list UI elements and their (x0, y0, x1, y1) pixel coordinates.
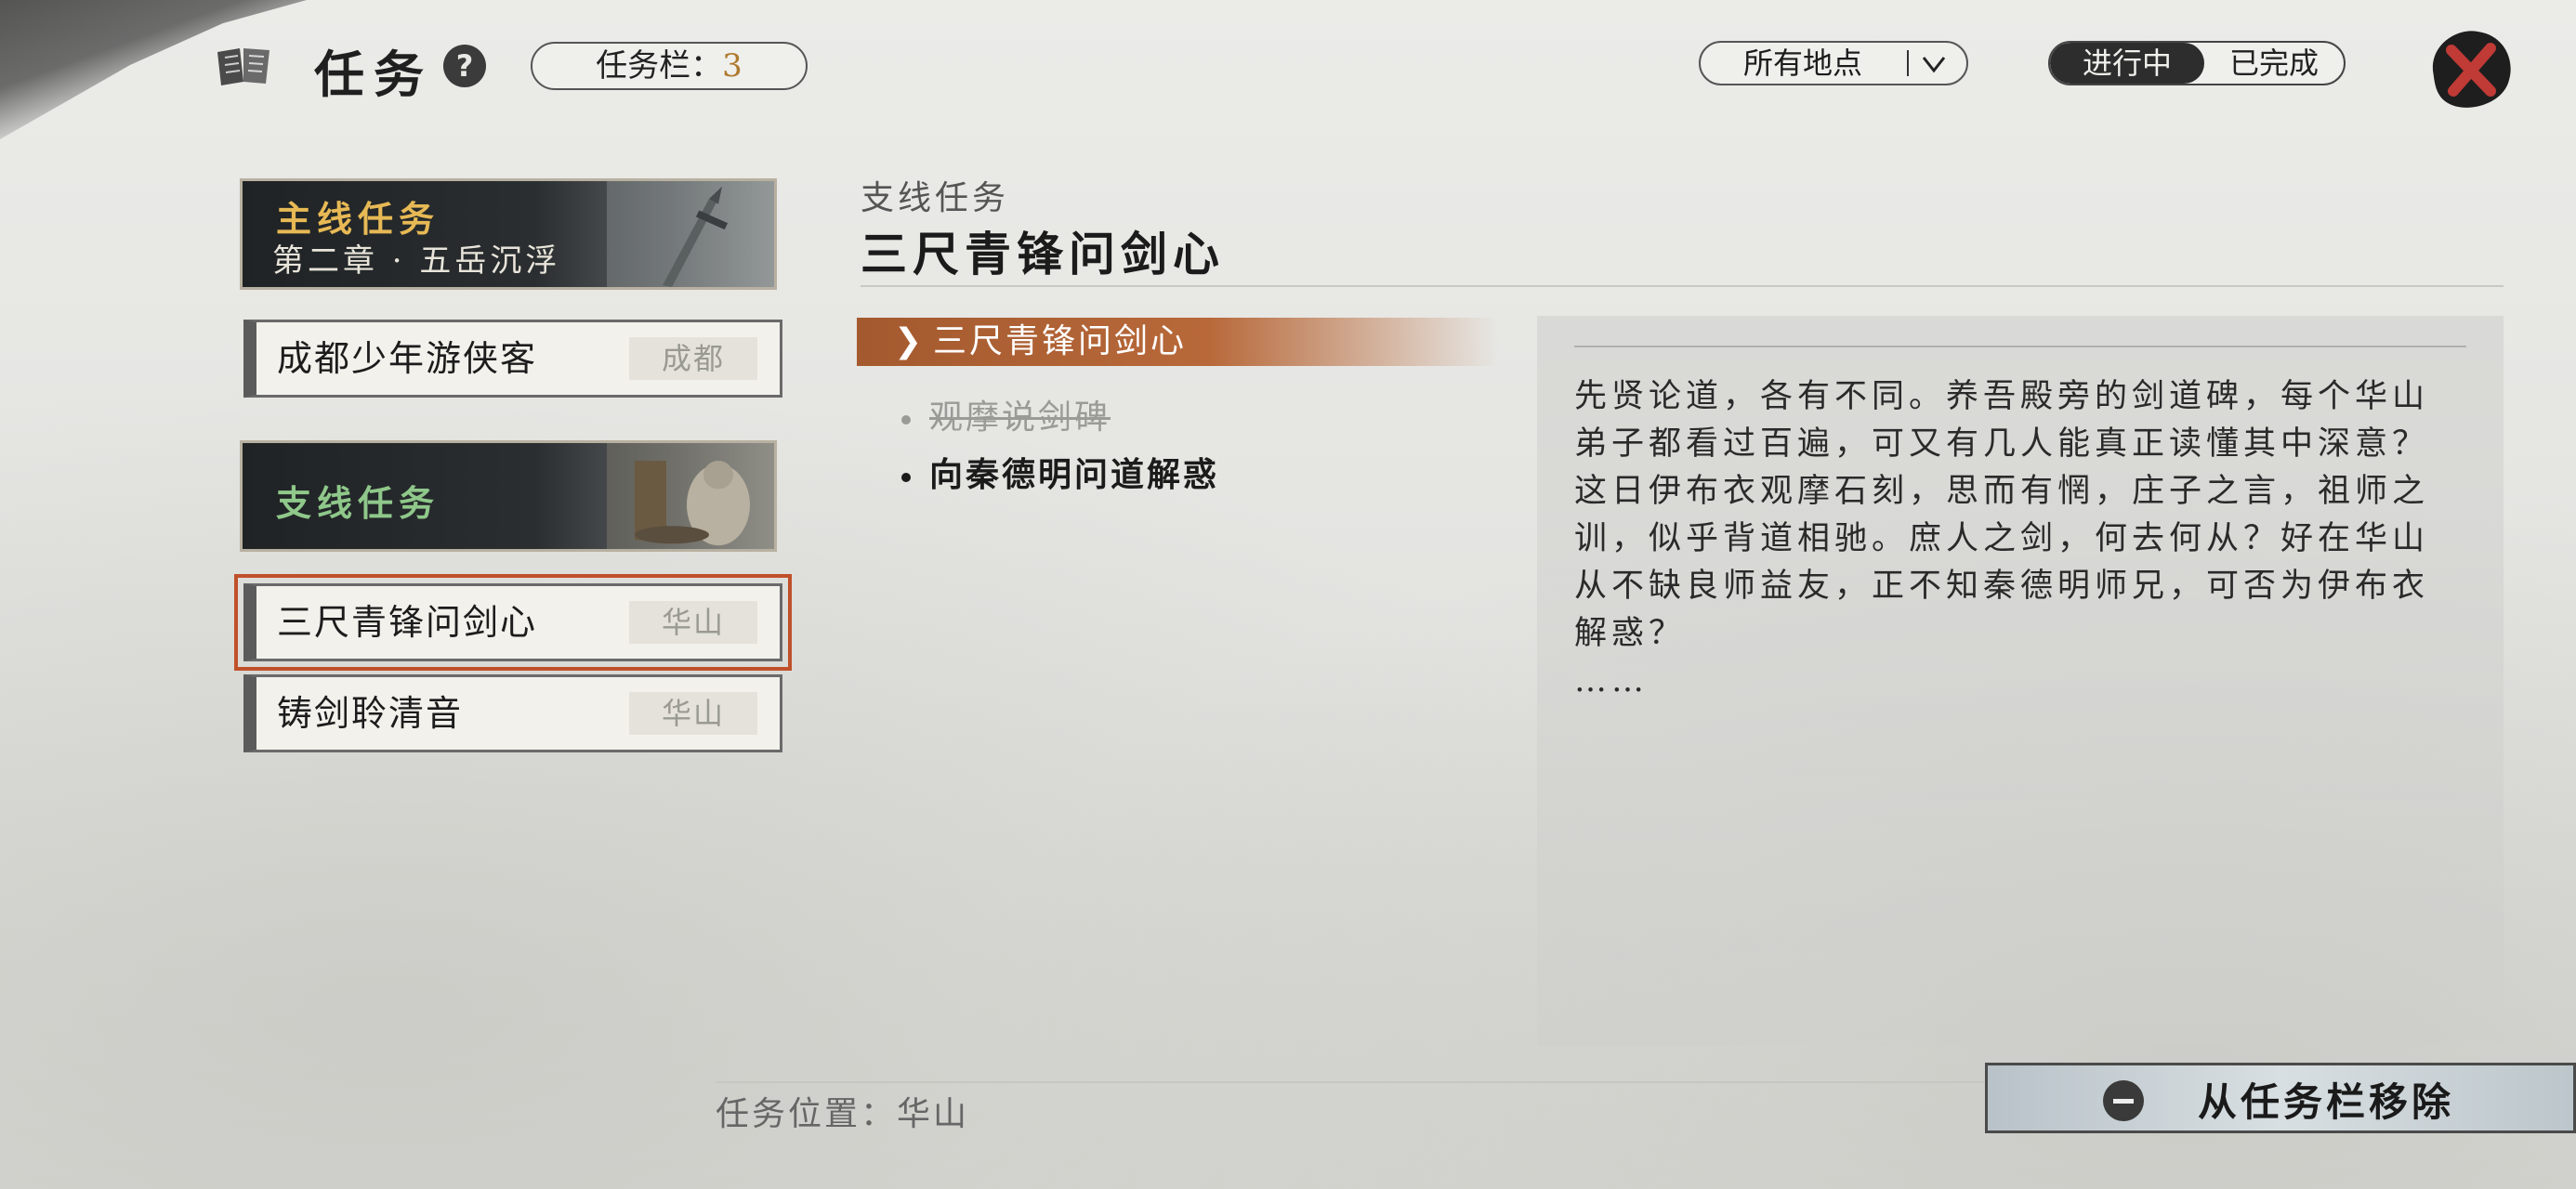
quest-item-forge-sword[interactable]: 铸剑聆清音 华山 (243, 674, 782, 752)
quest-slots-label: 任务栏： (596, 47, 723, 85)
objective-text: 观摩说剑碑 (929, 399, 1111, 437)
quest-item-sword-heart[interactable]: 三尺青锋问剑心 华山 (234, 574, 792, 671)
detail-title: 三尺青锋问剑心 (861, 227, 1225, 281)
objective-header-text: 三尺青锋问剑心 (933, 322, 1188, 360)
remove-button-label: 从任务栏移除 (2198, 1079, 2455, 1125)
objective-active: 向秦德明问道解惑 (901, 448, 1219, 496)
book-icon (217, 48, 269, 85)
quest-description: 先贤论道，各有不同。养吾殿旁的剑道碑，每个华山 弟子都看过百遍，可又有几人能真正… (1574, 378, 2430, 699)
main-quest-category: 主线任务 (276, 198, 440, 240)
bullet-icon (901, 415, 911, 425)
statue-art-icon (607, 443, 774, 549)
quest-item-chengdu[interactable]: 成都少年游侠客 成都 (243, 320, 782, 398)
objective-text: 向秦德明问道解惑 (929, 455, 1220, 494)
chevron-right-icon: ❯ (894, 322, 926, 360)
chevron-down-icon (1922, 57, 1946, 73)
page-title: 任务 (314, 45, 433, 104)
quest-item-location: 华山 (629, 692, 757, 735)
objective-completed: 观摩说剑碑 (901, 390, 1111, 438)
quest-item-location: 成都 (629, 337, 757, 380)
description-panel: 先贤论道，各有不同。养吾殿旁的剑道碑，每个华山 弟子都看过百遍，可又有几人能真正… (1537, 316, 2504, 1046)
main-quest-banner: 主线任务 第二章 · 五岳沉浮 (240, 178, 777, 290)
bullet-icon (901, 473, 911, 482)
quest-status-toggle[interactable]: 进行中 已完成 (2048, 41, 2346, 85)
tab-completed[interactable]: 已完成 (2204, 43, 2344, 84)
close-icon[interactable] (2422, 24, 2520, 115)
quest-item-name: 三尺青锋问剑心 (277, 602, 538, 643)
title-divider (861, 285, 2504, 287)
quest-slots-indicator: 任务栏：3 (531, 42, 808, 90)
detail-category: 支线任务 (861, 179, 1010, 217)
dropdown-divider (1907, 50, 1909, 76)
quest-item-location: 华山 (629, 601, 757, 644)
side-quest-banner: 支线任务 (240, 440, 777, 552)
location-filter-dropdown[interactable]: 所有地点 (1699, 41, 1968, 85)
sword-art-icon (607, 181, 774, 287)
tab-in-progress[interactable]: 进行中 (2050, 43, 2204, 84)
objective-header: ❯ 三尺青锋问剑心 (857, 318, 1498, 366)
help-icon[interactable]: ? (443, 45, 486, 87)
quest-item-name: 成都少年游侠客 (277, 338, 538, 379)
quest-item-name: 铸剑聆清音 (277, 693, 464, 734)
description-divider (1574, 346, 2466, 347)
main-quest-chapter: 第二章 · 五岳沉浮 (272, 242, 561, 280)
quest-slots-count: 3 (722, 47, 743, 85)
side-quest-category: 支线任务 (276, 482, 440, 524)
location-filter-label: 所有地点 (1743, 46, 1863, 81)
remove-from-tracker-button[interactable]: 从任务栏移除 (1985, 1063, 2576, 1133)
quest-location-text: 任务位置：华山 (716, 1095, 970, 1133)
minus-icon (2103, 1080, 2144, 1121)
